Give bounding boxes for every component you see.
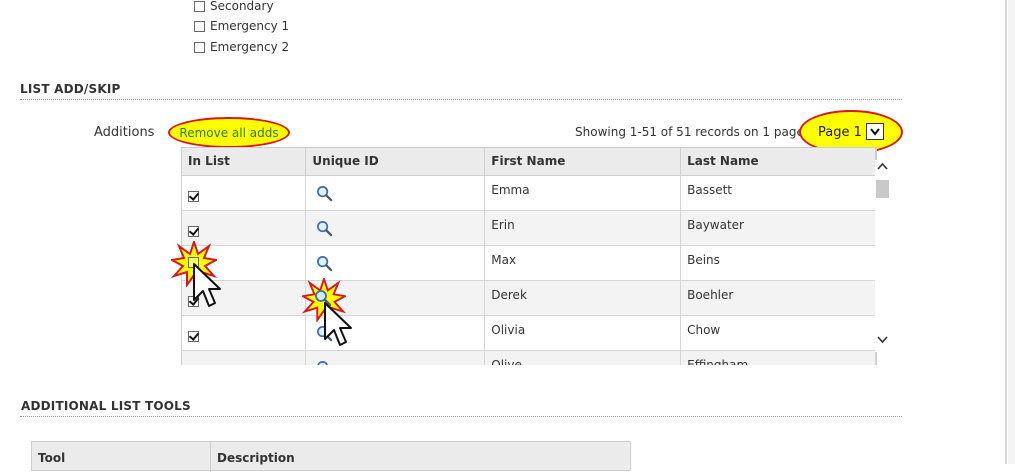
first-name-cell: Olive bbox=[484, 350, 682, 365]
checkbox-label: Emergency 2 bbox=[210, 40, 290, 54]
unique-id-cell bbox=[305, 210, 486, 246]
last-name-cell: Effingham bbox=[680, 350, 876, 365]
section-divider bbox=[20, 416, 902, 417]
unique-id-cell bbox=[305, 175, 486, 211]
last-name-cell: Bassett bbox=[680, 175, 876, 211]
table-row: Olivia Chow bbox=[182, 315, 876, 351]
checkbox-label: Secondary bbox=[210, 0, 274, 13]
table-row: Erin Baywater bbox=[182, 210, 876, 246]
first-name-cell: Olivia bbox=[484, 315, 682, 351]
channel-option-emergency-1[interactable]: Emergency 1 bbox=[194, 17, 289, 35]
page-label: Page 1 bbox=[818, 125, 862, 140]
checkbox-label: Emergency 1 bbox=[210, 19, 290, 33]
magnifier-icon[interactable] bbox=[316, 360, 333, 365]
column-header-first-name[interactable]: First Name bbox=[484, 147, 682, 176]
column-header-in-list[interactable]: In List bbox=[182, 147, 307, 176]
table-row: Emma Bassett bbox=[182, 175, 876, 211]
chevron-down-icon bbox=[870, 127, 880, 136]
remove-all-adds-highlight: Remove all adds bbox=[168, 117, 290, 148]
unique-id-cell bbox=[305, 245, 486, 281]
magnifier-icon[interactable] bbox=[316, 255, 333, 272]
page-edge-gutter bbox=[1008, 0, 1015, 464]
in-list-checkbox[interactable] bbox=[188, 190, 199, 202]
section-title-list-add-skip: LIST ADD/SKIP bbox=[20, 82, 121, 96]
last-name-cell: Chow bbox=[680, 315, 876, 351]
table-row: Derek Boehler bbox=[182, 280, 876, 316]
first-name-cell: Emma bbox=[484, 175, 682, 211]
column-header-description[interactable]: Description bbox=[217, 451, 295, 465]
first-name-cell: Erin bbox=[484, 210, 682, 246]
checkbox[interactable] bbox=[194, 0, 205, 12]
last-name-cell: Boehler bbox=[680, 280, 876, 316]
page-edge-rule bbox=[1005, 0, 1007, 464]
tools-table: Tool Description bbox=[31, 441, 631, 472]
magnifier-icon[interactable] bbox=[316, 185, 333, 202]
additions-label: Additions bbox=[94, 125, 155, 140]
channel-option-emergency-2[interactable]: Emergency 2 bbox=[194, 38, 289, 56]
first-name-cell: Max bbox=[484, 245, 682, 281]
scrollbar-thumb[interactable] bbox=[876, 180, 889, 198]
magnifier-icon[interactable] bbox=[316, 220, 333, 237]
table-scrollbar[interactable] bbox=[875, 160, 890, 352]
in-list-cell bbox=[182, 210, 307, 246]
section-title-additional-list-tools: ADDITIONAL LIST TOOLS bbox=[21, 399, 191, 413]
mouse-pointer-icon bbox=[193, 263, 221, 307]
column-separator bbox=[210, 442, 211, 472]
last-name-cell: Beins bbox=[680, 245, 876, 281]
mouse-pointer-icon bbox=[324, 302, 352, 346]
records-summary: Showing 1-51 of 51 records on 1 pages. bbox=[575, 125, 814, 139]
column-header-tool[interactable]: Tool bbox=[38, 451, 65, 465]
table-row: Max Beins bbox=[182, 245, 876, 281]
in-list-cell bbox=[182, 350, 307, 365]
scroll-up-icon[interactable] bbox=[877, 162, 888, 170]
in-list-cell bbox=[182, 315, 307, 351]
in-list-cell bbox=[182, 175, 307, 211]
in-list-checkbox[interactable] bbox=[188, 330, 199, 342]
column-header-last-name[interactable]: Last Name bbox=[680, 147, 876, 176]
section-divider bbox=[20, 99, 902, 100]
additions-table: In List Unique ID First Name Last Name E… bbox=[181, 147, 877, 365]
remove-all-adds-link[interactable]: Remove all adds bbox=[179, 126, 278, 140]
page-dropdown-button[interactable] bbox=[866, 123, 884, 140]
in-list-checkbox[interactable] bbox=[188, 225, 199, 237]
scroll-down-icon[interactable] bbox=[877, 336, 888, 344]
last-name-cell: Baywater bbox=[680, 210, 876, 246]
unique-id-cell bbox=[305, 350, 486, 365]
table-top-border bbox=[181, 147, 875, 148]
first-name-cell: Derek bbox=[484, 280, 682, 316]
table-row: Olive Effingham bbox=[182, 350, 876, 365]
channel-option-secondary[interactable]: Secondary bbox=[194, 0, 274, 15]
checkbox[interactable] bbox=[194, 20, 205, 32]
column-header-unique-id[interactable]: Unique ID bbox=[305, 147, 486, 176]
checkbox[interactable] bbox=[194, 41, 205, 53]
